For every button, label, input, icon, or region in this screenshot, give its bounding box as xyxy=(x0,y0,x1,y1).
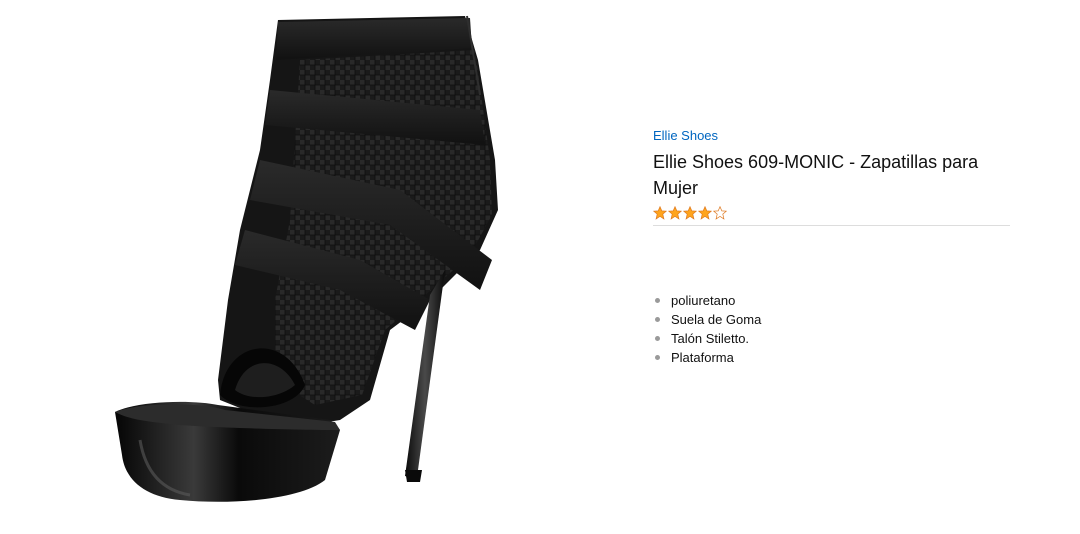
list-item: Suela de Goma xyxy=(655,310,761,329)
product-details: Ellie Shoes Ellie Shoes 609-MONIC - Zapa… xyxy=(653,127,1010,234)
brand-link[interactable]: Ellie Shoes xyxy=(653,128,718,144)
star-filled-icon xyxy=(683,206,697,220)
bullet-icon xyxy=(655,336,660,341)
feature-text: Suela de Goma xyxy=(671,312,762,327)
product-title: Ellie Shoes 609-MONIC - Zapatillas para … xyxy=(653,152,979,198)
list-item: Plataforma xyxy=(655,348,761,367)
star-filled-icon xyxy=(668,206,682,220)
divider xyxy=(653,225,1010,226)
star-empty-icon xyxy=(713,206,727,220)
bullet-icon xyxy=(655,298,660,303)
feature-text: poliuretano xyxy=(671,293,736,308)
bullet-icon xyxy=(655,317,660,322)
shoe-illustration xyxy=(115,15,498,502)
star-filled-icon xyxy=(653,206,667,220)
star-rating[interactable] xyxy=(653,205,1010,221)
feature-text: Plataforma xyxy=(671,350,734,365)
star-filled-icon xyxy=(698,206,712,220)
feature-list: poliuretano Suela de Goma Talón Stiletto… xyxy=(655,291,761,367)
list-item: Talón Stiletto. xyxy=(655,329,761,348)
product-image[interactable] xyxy=(100,0,530,534)
feature-text: Talón Stiletto. xyxy=(671,331,750,346)
list-item: poliuretano xyxy=(655,291,761,310)
bullet-icon xyxy=(655,355,660,360)
